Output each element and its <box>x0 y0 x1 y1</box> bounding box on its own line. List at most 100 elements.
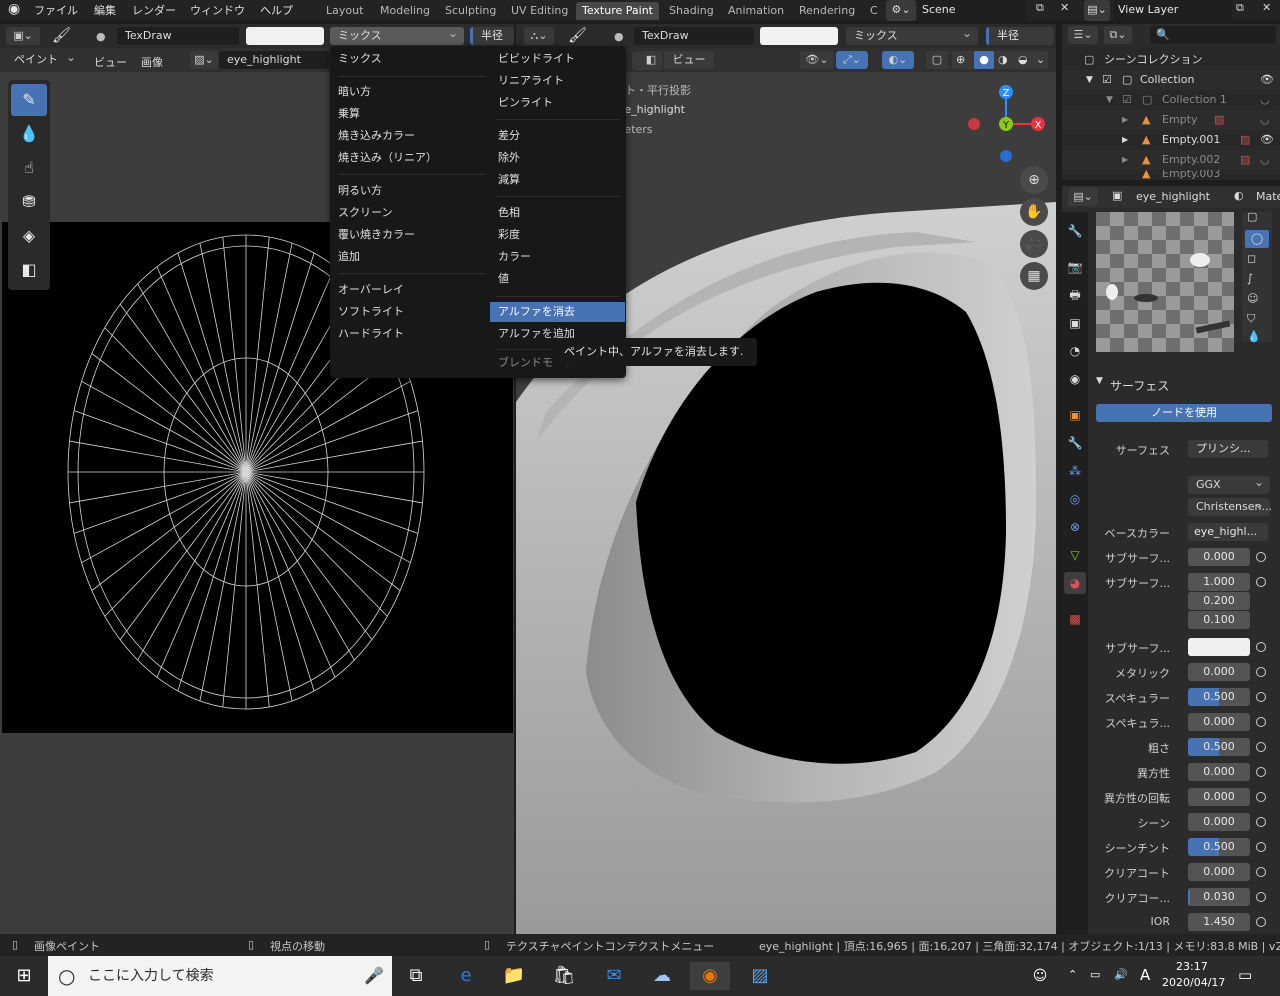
camera-view-icon[interactable]: 🎥 <box>1020 230 1048 258</box>
keyframe-dot-icon[interactable] <box>1256 742 1266 752</box>
outliner-row-empty[interactable]: ▶ ▲ Empty ▨ ◡ <box>1062 110 1280 130</box>
eye-icon[interactable]: 👁 <box>1260 130 1274 150</box>
viewport-editor-type-icon[interactable]: ⛬⌄ <box>524 27 554 45</box>
navigation-gizmo[interactable]: Z Y X <box>964 82 1048 166</box>
viewport-view-menu[interactable]: ビュー <box>664 51 714 69</box>
edge-browser-icon[interactable]: e <box>446 962 486 990</box>
zoom-icon[interactable]: ⊕ <box>1020 166 1048 194</box>
menu-render[interactable]: レンダー <box>132 2 176 18</box>
mode-dropdown[interactable]: ペイント <box>6 48 82 69</box>
store-icon[interactable]: 🛍 <box>544 962 584 990</box>
texture-tab-icon[interactable]: ▩ <box>1064 608 1086 630</box>
keyframe-dot-icon[interactable] <box>1256 842 1266 852</box>
subsurface-method-dropdown[interactable]: Christensen... <box>1188 495 1272 516</box>
delete-scene-icon[interactable]: ✕ <box>1060 1 1069 14</box>
metallic-field[interactable]: 0.000 <box>1188 663 1250 681</box>
viewport-brush-color-swatch[interactable] <box>760 27 838 45</box>
checkbox-icon[interactable]: ☑ <box>1122 90 1132 110</box>
surface-section-header[interactable]: ▼ サーフェス <box>1092 374 1280 394</box>
collapse-arrow-icon[interactable]: ▼ <box>1096 376 1103 386</box>
keyframe-dot-icon[interactable] <box>1256 717 1266 727</box>
expand-arrow-icon[interactable]: ▶ <box>1122 130 1128 150</box>
blend-item-add[interactable]: 追加 <box>330 247 490 267</box>
rendered-shading-icon[interactable]: ◒ <box>1018 51 1028 69</box>
tab-layout[interactable]: Layout <box>320 2 369 20</box>
outliner-row-empty-002[interactable]: ▶ ▲ Empty.002 ▨ ◡ <box>1062 150 1280 170</box>
gizmo-toggle-icon[interactable]: ⤢⌄ <box>836 51 868 69</box>
xray-icon[interactable]: ▢ <box>926 51 948 69</box>
viewport-brush-name-field[interactable]: TexDraw <box>634 27 754 45</box>
blender-logo-icon[interactable]: ◉ <box>8 1 20 17</box>
view-layer-icon[interactable]: ▤⌄ <box>1084 0 1110 21</box>
app-icon[interactable]: ☁ <box>642 962 682 990</box>
menu-edit[interactable]: 編集 <box>94 2 116 18</box>
blend-item-exclusion[interactable]: 除外 <box>490 148 626 168</box>
object-tab-icon[interactable]: ▣ <box>1064 404 1086 426</box>
subsurface-field[interactable]: 0.000 <box>1188 548 1250 566</box>
tab-compositing[interactable]: C <box>864 2 884 20</box>
blend-item-hue[interactable]: 色相 <box>490 203 626 223</box>
outliner-row-collection[interactable]: ▼ ☑ ▢ Collection 👁 <box>1062 70 1280 90</box>
clock-date[interactable]: 2020/04/17 <box>1162 976 1225 989</box>
volume-icon[interactable]: 🔊 <box>1114 968 1128 981</box>
smear-tool-icon[interactable]: ☝ <box>11 152 47 184</box>
blend-item-lighten[interactable]: 明るい方 <box>330 181 490 201</box>
delete-view-layer-icon[interactable]: ✕ <box>1262 1 1271 14</box>
blend-item-vivid-light[interactable]: ビビッドライト <box>490 49 626 69</box>
tab-modeling[interactable]: Modeling <box>374 2 436 20</box>
blend-item-color-burn[interactable]: 焼き込みカラー <box>330 126 490 146</box>
outliner-scene-collection[interactable]: ▢ シーンコレクション <box>1062 50 1280 70</box>
overlay-toggle-icon[interactable]: ◐⌄ <box>882 51 914 69</box>
blend-item-hard-light[interactable]: ハードライト <box>330 324 490 344</box>
clearcoat-field[interactable]: 0.000 <box>1188 863 1250 881</box>
editor-type-icon[interactable]: ▣⌄ <box>6 27 40 45</box>
mask-tool-icon[interactable]: ◧ <box>11 254 47 286</box>
new-scene-icon[interactable]: ⧉ <box>1036 1 1044 15</box>
clone-tool-icon[interactable]: ⛃ <box>11 186 47 218</box>
outliner-filter-icon[interactable]: ⧉⌄ <box>1104 26 1132 44</box>
blend-item-color-dodge[interactable]: 覆い焼きカラー <box>330 225 490 245</box>
blend-item-color[interactable]: カラー <box>490 247 626 267</box>
view-layer-tab-icon[interactable]: ▣ <box>1064 312 1086 334</box>
checkbox-icon[interactable]: ☑ <box>1102 70 1112 90</box>
tab-rendering[interactable]: Rendering <box>793 2 861 20</box>
use-nodes-button[interactable]: ノードを使用 <box>1096 404 1272 422</box>
roughness-field[interactable]: 0.500 <box>1188 738 1250 756</box>
anisotropic-rotation-field[interactable]: 0.000 <box>1188 788 1250 806</box>
windows-start-icon[interactable]: ⊞ <box>4 962 44 990</box>
keyframe-dot-icon[interactable] <box>1256 892 1266 902</box>
people-icon[interactable]: ☺ <box>1020 962 1060 990</box>
soften-tool-icon[interactable]: 💧 <box>11 118 47 150</box>
blend-item-mix[interactable]: ミックス <box>330 49 490 69</box>
expand-arrow-icon[interactable]: ▼ <box>1106 90 1113 110</box>
subsurface-radius-x-field[interactable]: 1.000 <box>1188 573 1250 591</box>
brush-browser-icon[interactable]: ● <box>96 30 106 43</box>
outliner-row-collection-1[interactable]: ▼ ☑ ▢ Collection 1 ◡ <box>1062 90 1280 110</box>
preview-hair-icon[interactable]: ∫ <box>1247 272 1253 285</box>
tab-texture-paint[interactable]: Texture Paint <box>576 2 659 20</box>
viewport-brush-browser-icon[interactable]: ● <box>614 30 624 43</box>
keyframe-dot-icon[interactable] <box>1256 817 1266 827</box>
output-tab-icon[interactable]: 🖶 <box>1064 284 1086 306</box>
surface-shader-field[interactable]: プリンシ... <box>1188 440 1268 458</box>
blend-item-multiply[interactable]: 乗算 <box>330 104 490 124</box>
eye-hidden-icon[interactable]: ◡ <box>1260 90 1270 110</box>
preview-flat-icon[interactable]: ▢ <box>1247 210 1257 223</box>
scene-tab-icon[interactable]: ◔ <box>1064 340 1086 362</box>
particles-tab-icon[interactable]: ⁂ <box>1064 460 1086 482</box>
blend-item-saturation[interactable]: 彩度 <box>490 225 626 245</box>
clearcoat-roughness-field[interactable]: 0.030 <box>1188 888 1250 906</box>
pan-hand-icon[interactable]: ✋ <box>1020 198 1048 226</box>
file-explorer-icon[interactable]: 📁 <box>494 962 534 990</box>
keyframe-dot-icon[interactable] <box>1256 642 1266 652</box>
subsurface-radius-y-field[interactable]: 0.200 <box>1188 592 1250 610</box>
keyframe-dot-icon[interactable] <box>1256 767 1266 777</box>
image-name-field[interactable]: eye_highlight <box>219 51 329 69</box>
network-icon[interactable]: ▭ <box>1090 968 1100 981</box>
notification-icon[interactable]: ▭ <box>1238 966 1252 984</box>
preview-fluid-icon[interactable]: 💧 <box>1247 330 1261 343</box>
scene-selector-icon[interactable]: ⚙⌄ <box>886 0 916 21</box>
eye-icon[interactable]: 👁 <box>1260 70 1274 90</box>
blend-item-subtract[interactable]: 減算 <box>490 170 626 190</box>
eye-hidden-icon[interactable]: ◡ <box>1260 150 1270 170</box>
